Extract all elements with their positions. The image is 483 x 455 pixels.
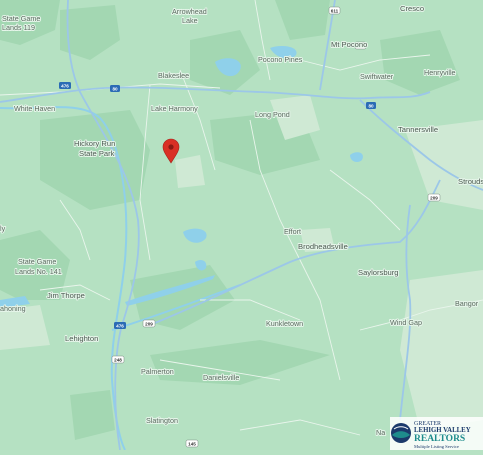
label-partial-ly: ly [0,224,6,233]
map-canvas[interactable]: 611 476 80 611 80 209 476 209 248 145 St… [0,0,483,450]
route-shield-80-b: 80 [366,102,376,109]
svg-text:476: 476 [116,323,124,328]
label-slatington: Slatington [146,416,178,425]
label-hickory-run: Hickory Run [74,139,115,148]
label-wind-gap: Wind Gap [390,318,422,327]
route-shield-248: 248 [111,355,125,364]
label-lake-harmony: Lake Harmony [151,104,198,113]
label-bangor: Bangor [455,299,479,308]
svg-text:145: 145 [188,441,196,446]
svg-text:209: 209 [430,195,438,200]
label-stroudsburg: Strouds [458,177,483,186]
svg-text:248: 248 [114,357,122,362]
label-state-game-lands-141: State Game [18,257,56,266]
label-hickory-run-line2: State Park [79,149,115,158]
label-mt-pocono: Mt Pocono [331,40,367,49]
label-white-haven: White Haven [14,104,55,113]
label-pocono-pines: Pocono Pines [258,55,303,64]
label-mahoning: ahoning [0,304,26,313]
label-lehighton: Lehighton [65,334,98,343]
route-shield-209-s: 209 [142,319,156,328]
route-shield-80-a: 80 [110,85,120,92]
route-shield-476-a: 476 [59,82,71,89]
label-jim-thorpe: Jim Thorpe [47,291,85,300]
label-kunkletown: Kunkletown [266,319,303,328]
svg-text:611: 611 [331,8,339,13]
label-saylorsburg: Saylorsburg [358,268,399,277]
label-state-game-lands-119: State Game [2,14,40,23]
label-arrowhead-lake: Arrowhead [172,7,207,16]
route-shield-611-top: 611 [328,6,341,15]
label-state-game-lands-141-line2: Lands No. 141 [15,267,62,276]
label-swiftwater: Swiftwater [360,72,394,81]
label-nazareth-partial: Na [376,428,385,437]
route-shield-209-e: 209 [427,193,441,202]
glvr-logo: GREATER LEHIGH VALLEY REALTORS Multiple … [390,417,483,450]
svg-text:80: 80 [112,86,118,91]
label-effort: Effort [284,227,301,236]
label-long-pond: Long Pond [255,110,290,119]
label-danielsville: Danielsville [203,373,239,382]
logo-tagline: Multiple Listing Service [414,444,459,449]
logo-line2: LEHIGH VALLEY [414,427,471,434]
svg-text:80: 80 [368,103,374,108]
label-arrowhead-lake-line2: Lake [182,16,198,25]
route-shield-476-b: 476 [114,322,126,329]
label-state-game-lands-119-line2: Lands 119 [2,23,35,32]
label-tannersville: Tannersville [398,125,438,134]
label-brodheadsville: Brodheadsville [298,242,348,251]
label-henryville: Henryville [424,68,456,77]
label-cresco: Cresco [400,4,424,13]
svg-text:476: 476 [61,83,69,88]
logo-emblem-icon [391,423,411,443]
route-shield-145: 145 [185,439,199,448]
label-palmerton: Palmerton [141,367,174,376]
logo-line3: REALTORS [414,434,465,444]
svg-text:209: 209 [145,321,153,326]
label-blakeslee: Blakeslee [158,71,189,80]
